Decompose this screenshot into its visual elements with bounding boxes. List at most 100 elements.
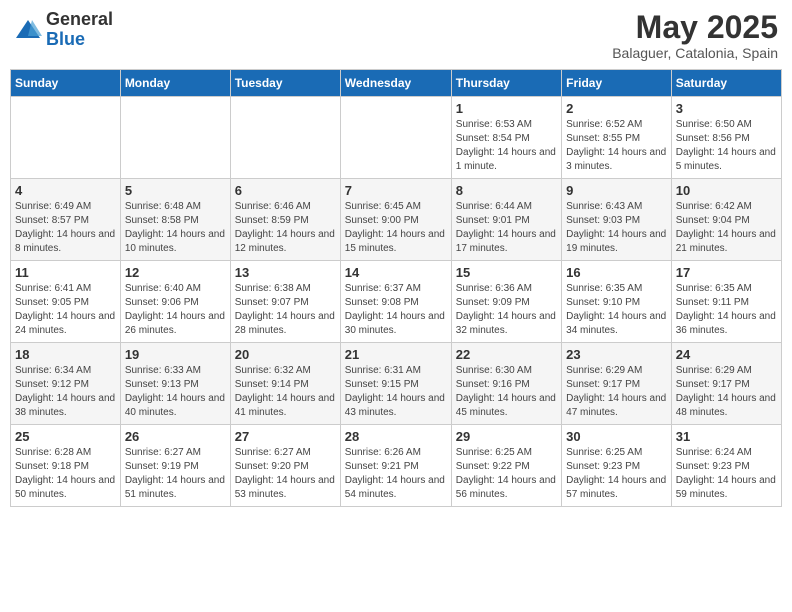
day-number: 18 (15, 347, 116, 362)
day-number: 9 (566, 183, 667, 198)
calendar-cell: 20Sunrise: 6:32 AM Sunset: 9:14 PM Dayli… (230, 343, 340, 425)
day-number: 10 (676, 183, 777, 198)
day-info: Sunrise: 6:48 AM Sunset: 8:58 PM Dayligh… (125, 200, 226, 256)
day-number: 5 (125, 183, 226, 198)
day-number: 13 (235, 265, 336, 280)
day-number: 27 (235, 429, 336, 444)
header-day: Monday (120, 70, 230, 97)
day-info: Sunrise: 6:24 AM Sunset: 9:23 PM Dayligh… (676, 446, 777, 502)
day-info: Sunrise: 6:45 AM Sunset: 9:00 PM Dayligh… (345, 200, 447, 256)
header-day: Wednesday (340, 70, 451, 97)
header-row: SundayMondayTuesdayWednesdayThursdayFrid… (11, 70, 782, 97)
day-info: Sunrise: 6:35 AM Sunset: 9:10 PM Dayligh… (566, 282, 667, 338)
calendar-cell: 1 Sunrise: 6:53 AM Sunset: 8:54 PM Daylig… (451, 97, 561, 179)
calendar-cell: 17 Sunrise: 6:35 AM Sunset: 9:11 PM Dayli… (671, 261, 781, 343)
calendar-body: 1 Sunrise: 6:53 AM Sunset: 8:54 PM Daylig… (11, 97, 782, 507)
day-info: Sunrise: 6:33 AM Sunset: 9:13 PM Dayligh… (125, 364, 226, 420)
calendar-cell: 9Sunrise: 6:43 AM Sunset: 9:03 PM Daylig… (562, 179, 672, 261)
calendar-cell: 21Sunrise: 6:31 AM Sunset: 9:15 PM Dayli… (340, 343, 451, 425)
day-number: 17 (676, 265, 777, 280)
calendar-cell: 12 Sunrise: 6:40 AM Sunset: 9:06 PM Dayli… (120, 261, 230, 343)
day-number: 31 (676, 429, 777, 444)
calendar-cell: 3Sunrise: 6:50 AM Sunset: 8:56 PM Daylig… (671, 97, 781, 179)
day-number: 7 (345, 183, 447, 198)
day-info: Sunrise: 6:41 AM Sunset: 9:05 PM Dayligh… (15, 282, 116, 338)
day-info: Sunrise: 6:53 AM Sunset: 8:54 PM Dayligh… (456, 118, 557, 174)
day-number: 11 (15, 265, 116, 280)
day-number: 6 (235, 183, 336, 198)
day-info: Sunrise: 6:25 AM Sunset: 9:23 PM Dayligh… (566, 446, 667, 502)
calendar-cell: 30 Sunrise: 6:25 AM Sunset: 9:23 PM Dayli… (562, 425, 672, 507)
day-number: 21 (345, 347, 447, 362)
calendar-week: 25Sunrise: 6:28 AM Sunset: 9:18 PM Dayli… (11, 425, 782, 507)
calendar-cell: 4 Sunrise: 6:49 AM Sunset: 8:57 PM Daylig… (11, 179, 121, 261)
day-number: 24 (676, 347, 777, 362)
calendar-cell (11, 97, 121, 179)
day-info: Sunrise: 6:40 AM Sunset: 9:06 PM Dayligh… (125, 282, 226, 338)
day-number: 16 (566, 265, 667, 280)
day-info: Sunrise: 6:29 AM Sunset: 9:17 PM Dayligh… (676, 364, 777, 420)
header-day: Sunday (11, 70, 121, 97)
day-number: 15 (456, 265, 557, 280)
header-day: Tuesday (230, 70, 340, 97)
calendar-cell: 10Sunrise: 6:42 AM Sunset: 9:04 PM Dayli… (671, 179, 781, 261)
location: Balaguer, Catalonia, Spain (612, 45, 778, 61)
day-number: 22 (456, 347, 557, 362)
day-info: Sunrise: 6:35 AM Sunset: 9:11 PM Dayligh… (676, 282, 777, 338)
calendar-cell: 22Sunrise: 6:30 AM Sunset: 9:16 PM Dayli… (451, 343, 561, 425)
title-block: May 2025 Balaguer, Catalonia, Spain (612, 10, 778, 61)
day-info: Sunrise: 6:46 AM Sunset: 8:59 PM Dayligh… (235, 200, 336, 256)
day-info: Sunrise: 6:37 AM Sunset: 9:08 PM Dayligh… (345, 282, 447, 338)
day-info: Sunrise: 6:28 AM Sunset: 9:18 PM Dayligh… (15, 446, 116, 502)
day-info: Sunrise: 6:49 AM Sunset: 8:57 PM Dayligh… (15, 200, 116, 256)
page-header: General Blue May 2025 Balaguer, Cataloni… (10, 10, 782, 61)
calendar-cell: 26Sunrise: 6:27 AM Sunset: 9:19 PM Dayli… (120, 425, 230, 507)
calendar-cell: 25Sunrise: 6:28 AM Sunset: 9:18 PM Dayli… (11, 425, 121, 507)
logo-general-text: General (46, 10, 113, 30)
calendar-cell: 7 Sunrise: 6:45 AM Sunset: 9:00 PM Daylig… (340, 179, 451, 261)
day-info: Sunrise: 6:50 AM Sunset: 8:56 PM Dayligh… (676, 118, 777, 174)
day-number: 29 (456, 429, 557, 444)
day-info: Sunrise: 6:34 AM Sunset: 9:12 PM Dayligh… (15, 364, 116, 420)
calendar-cell: 29 Sunrise: 6:25 AM Sunset: 9:22 PM Dayli… (451, 425, 561, 507)
day-info: Sunrise: 6:26 AM Sunset: 9:21 PM Dayligh… (345, 446, 447, 502)
calendar-cell: 31 Sunrise: 6:24 AM Sunset: 9:23 PM Dayli… (671, 425, 781, 507)
calendar-cell: 13 Sunrise: 6:38 AM Sunset: 9:07 PM Dayli… (230, 261, 340, 343)
calendar-cell (120, 97, 230, 179)
month-title: May 2025 (612, 10, 778, 45)
day-number: 14 (345, 265, 447, 280)
calendar-cell (230, 97, 340, 179)
calendar-cell: 19 Sunrise: 6:33 AM Sunset: 9:13 PM Dayli… (120, 343, 230, 425)
calendar-week: 4 Sunrise: 6:49 AM Sunset: 8:57 PM Daylig… (11, 179, 782, 261)
day-info: Sunrise: 6:52 AM Sunset: 8:55 PM Dayligh… (566, 118, 667, 174)
day-info: Sunrise: 6:27 AM Sunset: 9:20 PM Dayligh… (235, 446, 336, 502)
day-info: Sunrise: 6:29 AM Sunset: 9:17 PM Dayligh… (566, 364, 667, 420)
calendar-cell: 27 Sunrise: 6:27 AM Sunset: 9:20 PM Dayli… (230, 425, 340, 507)
calendar-cell: 8 Sunrise: 6:44 AM Sunset: 9:01 PM Daylig… (451, 179, 561, 261)
day-info: Sunrise: 6:38 AM Sunset: 9:07 PM Dayligh… (235, 282, 336, 338)
day-info: Sunrise: 6:25 AM Sunset: 9:22 PM Dayligh… (456, 446, 557, 502)
day-number: 12 (125, 265, 226, 280)
day-number: 26 (125, 429, 226, 444)
calendar-cell: 28Sunrise: 6:26 AM Sunset: 9:21 PM Dayli… (340, 425, 451, 507)
calendar-header: SundayMondayTuesdayWednesdayThursdayFrid… (11, 70, 782, 97)
header-day: Thursday (451, 70, 561, 97)
calendar-week: 1 Sunrise: 6:53 AM Sunset: 8:54 PM Daylig… (11, 97, 782, 179)
day-number: 4 (15, 183, 116, 198)
calendar-cell (340, 97, 451, 179)
calendar-cell: 23Sunrise: 6:29 AM Sunset: 9:17 PM Dayli… (562, 343, 672, 425)
day-info: Sunrise: 6:44 AM Sunset: 9:01 PM Dayligh… (456, 200, 557, 256)
day-number: 30 (566, 429, 667, 444)
logo: General Blue (14, 10, 113, 50)
day-number: 1 (456, 101, 557, 116)
day-number: 20 (235, 347, 336, 362)
calendar-cell: 14 Sunrise: 6:37 AM Sunset: 9:08 PM Dayli… (340, 261, 451, 343)
calendar-cell: 18 Sunrise: 6:34 AM Sunset: 9:12 PM Dayli… (11, 343, 121, 425)
calendar-cell: 11 Sunrise: 6:41 AM Sunset: 9:05 PM Dayli… (11, 261, 121, 343)
header-day: Saturday (671, 70, 781, 97)
day-number: 19 (125, 347, 226, 362)
day-number: 8 (456, 183, 557, 198)
calendar-cell: 5 Sunrise: 6:48 AM Sunset: 8:58 PM Daylig… (120, 179, 230, 261)
calendar-cell: 2Sunrise: 6:52 AM Sunset: 8:55 PM Daylig… (562, 97, 672, 179)
calendar-week: 18 Sunrise: 6:34 AM Sunset: 9:12 PM Dayli… (11, 343, 782, 425)
